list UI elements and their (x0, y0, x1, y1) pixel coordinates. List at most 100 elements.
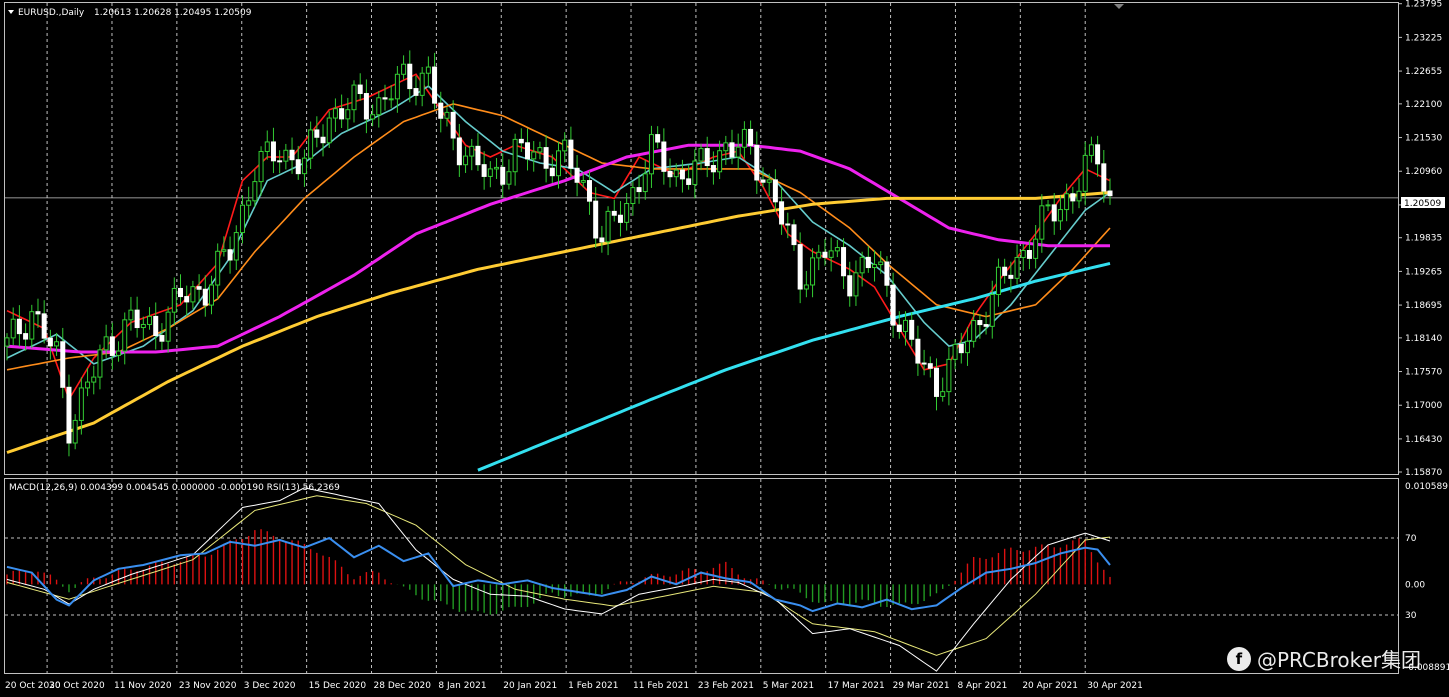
date-tick-label: 20 Apr 2021 (1022, 681, 1078, 691)
candle-down (227, 249, 233, 261)
candle-down (909, 319, 915, 340)
candle-down (617, 214, 623, 223)
candle-up (723, 142, 729, 152)
indicator-header: MACD(12,26,9) 0.004399 0.004545 0.000000… (9, 483, 340, 493)
candle-down (785, 223, 791, 226)
candle-down (159, 335, 165, 342)
candle-down (636, 187, 642, 193)
candle-up (1039, 205, 1045, 240)
candle-up (1033, 238, 1039, 259)
candle-down (779, 201, 785, 225)
date-tick-label: 23 Nov 2020 (179, 681, 237, 691)
candle-down (543, 147, 549, 169)
candle-up (85, 381, 91, 389)
candle-up (642, 173, 648, 193)
candle-up (506, 171, 512, 185)
date-tick-label: 5 Mar 2021 (763, 681, 814, 691)
candle-up (556, 150, 561, 177)
ohlc-header: 1.20613 1.20628 1.20495 1.20509 (94, 8, 252, 18)
candle-up (171, 287, 177, 313)
candle-up (122, 319, 128, 352)
candle-up (531, 151, 537, 160)
candle-down (178, 287, 184, 298)
candle-up (469, 145, 475, 157)
date-tick-label: 30 Apr 2021 (1087, 681, 1143, 691)
price-tick-label: 1.22100 (1405, 100, 1442, 110)
candle-down (481, 164, 487, 177)
candle-up (252, 181, 258, 202)
candle-down (1095, 144, 1101, 165)
indicator-tick-label: 30 (1405, 611, 1417, 621)
trading-chart[interactable]: 0.010589700.0030-0.008891 1.237951.23225… (0, 0, 1449, 697)
candle-up (394, 73, 400, 100)
candle-up (735, 146, 741, 158)
symbol-header: EURUSD.,Daily (18, 8, 85, 18)
candle-up (221, 249, 227, 252)
candle-up (283, 149, 289, 162)
price-tick-label: 1.17570 (1405, 368, 1442, 378)
date-tick-label: 11 Feb 2021 (633, 681, 689, 691)
price-tick-label: 1.23795 (1405, 0, 1442, 10)
candle-down (382, 97, 388, 100)
candle-down (704, 148, 710, 167)
candle-up (54, 341, 60, 347)
candle-up (537, 147, 543, 153)
candle-down (320, 136, 326, 144)
candle-up (766, 179, 772, 183)
candle-down (599, 237, 605, 243)
candle-down (357, 84, 363, 95)
date-tick-label: 28 Dec 2020 (374, 681, 432, 691)
candle-up (828, 250, 834, 258)
candle-up (741, 128, 747, 148)
candle-up (810, 257, 816, 286)
candle-down (196, 286, 202, 290)
candle-down (865, 256, 871, 269)
candle-up (940, 391, 946, 397)
candle-up (1064, 193, 1070, 211)
candle-up (351, 84, 357, 111)
date-tick-label: 17 Mar 2021 (828, 681, 885, 691)
candle-up (648, 134, 654, 175)
candle-up (1076, 190, 1082, 202)
candle-down (772, 179, 778, 203)
candle-down (760, 179, 766, 183)
candle-up (308, 129, 314, 159)
candle-up (717, 150, 723, 173)
candle-down (797, 244, 803, 290)
candle-down (822, 251, 828, 258)
date-tick-label: 11 Nov 2020 (114, 681, 172, 691)
candle-down (1008, 274, 1014, 279)
candle-down (407, 63, 413, 90)
indicator-tick-label: 0.00 (1405, 580, 1425, 590)
candle-down (1051, 204, 1057, 222)
candle-up (215, 250, 221, 286)
candle-down (314, 129, 320, 138)
watermark-text: @PRCBroker集团 (1256, 648, 1421, 672)
candle-down (184, 296, 190, 303)
candle-down (655, 134, 661, 143)
candle-up (128, 309, 134, 321)
candle-down (933, 367, 939, 397)
candle-down (586, 180, 592, 202)
candle-down (35, 311, 41, 315)
candle-up (301, 157, 307, 175)
candle-down (958, 343, 964, 354)
candle-down (339, 108, 345, 120)
candle-down (109, 336, 115, 356)
candle-down (500, 166, 506, 185)
date-tick-label: 20 Jan 2021 (503, 681, 557, 691)
candle-up (147, 315, 153, 325)
candle-down (847, 275, 853, 297)
candle-down (202, 288, 208, 306)
indicator-tick-label: 0.010589 (1405, 482, 1448, 492)
candle-up (345, 109, 351, 120)
candle-down (884, 261, 890, 286)
candle-up (630, 187, 636, 205)
indicator-tick-label: 70 (1405, 534, 1417, 544)
candle-up (872, 264, 878, 269)
candle-down (710, 165, 716, 173)
candle-up (463, 155, 469, 166)
candle-up (376, 97, 382, 116)
price-tick-label: 1.18140 (1405, 334, 1442, 344)
candle-up (258, 150, 264, 183)
